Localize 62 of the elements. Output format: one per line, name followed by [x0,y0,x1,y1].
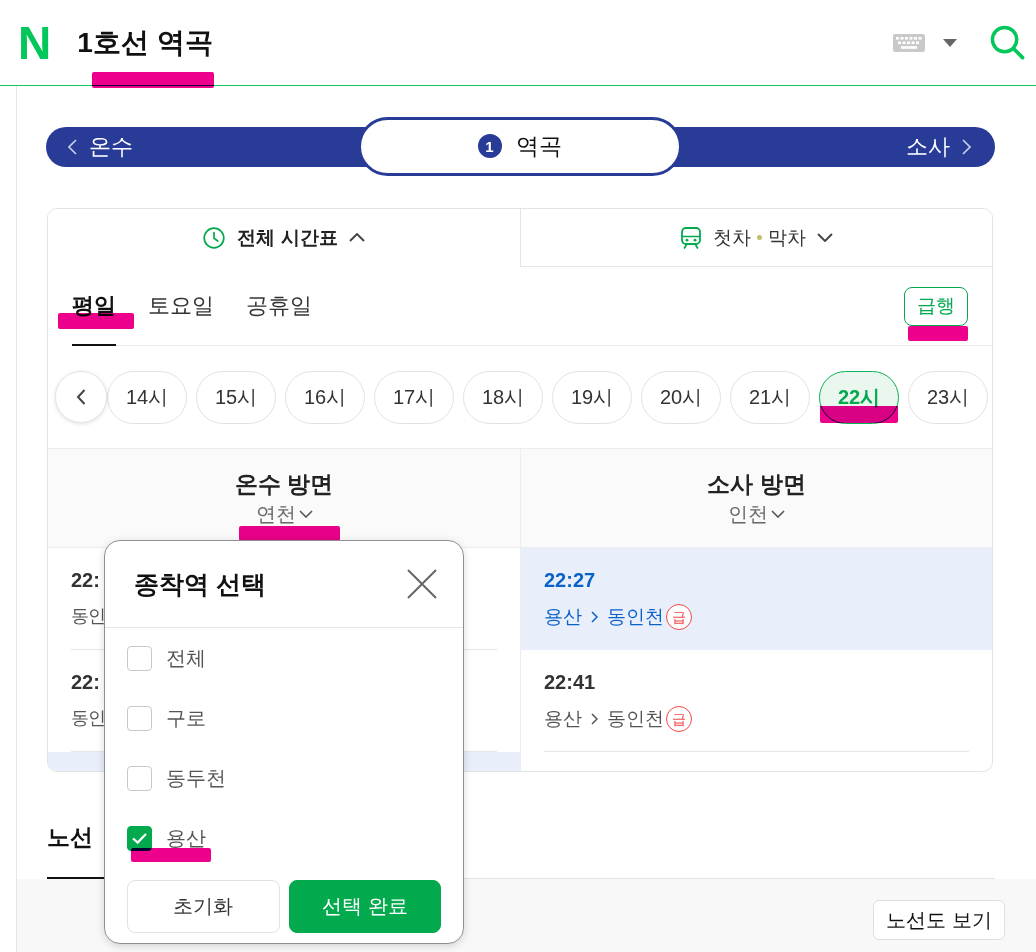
previous-hours-button[interactable] [55,371,107,423]
previous-station-link[interactable]: 온수 [68,131,133,162]
departure-time: 22:27 [544,568,596,592]
departure-time: 22: [71,568,100,592]
destination-dropdown[interactable]: 연천 [255,502,313,526]
checkbox[interactable] [127,705,152,731]
hour-chip[interactable]: 21시 [730,370,810,424]
option-label: 전체 [166,645,206,671]
chevron-right-icon [962,138,971,155]
day-tab[interactable]: 공휴일 [246,267,312,346]
caret-down-icon[interactable] [943,38,957,47]
route-text: 동인 [71,707,105,730]
hour-chip[interactable]: 15시 [196,370,276,424]
departure-time: 22:41 [544,670,596,694]
popup-title: 종착역 선택 [134,568,266,600]
close-icon[interactable] [407,569,437,599]
checkbox[interactable] [127,645,152,671]
hour-chip[interactable]: 14시 [107,370,187,424]
origin-station: 용산 [544,605,582,629]
route-map-button[interactable]: 노선도 보기 [873,900,1005,940]
route-text: 동인 [71,605,105,628]
express-badge: 급 [666,604,692,630]
destination-dropdown[interactable]: 인천 [728,502,785,526]
checkbox[interactable] [127,765,152,791]
separator-dot-icon [756,235,762,240]
chevron-left-icon [76,389,86,405]
search-icon[interactable] [990,25,1025,60]
timetable-row[interactable]: 22:27 용산 동인천 급 [521,548,992,650]
chevron-down-icon [771,510,785,518]
checkbox[interactable] [127,825,152,851]
day-tab[interactable]: 토요일 [148,267,214,346]
keyboard-icon[interactable] [893,33,925,52]
hour-chip[interactable]: 20시 [641,370,721,424]
chevron-left-icon [68,138,77,155]
direction-name: 온수 방면 [234,470,334,498]
next-station-link[interactable]: 소사 [906,131,971,162]
hour-chip[interactable]: 17시 [374,370,454,424]
chevron-right-icon [591,713,598,725]
terminus-station: 동인천 [607,605,664,629]
page-title: 1호선 역곡 [77,26,213,59]
hour-chip[interactable]: 23시 [908,370,988,424]
view-tab[interactable]: 첫차 막차 [520,209,992,267]
departure-time: 22: [71,670,100,694]
clock-icon [203,226,226,249]
option-label: 용산 [166,825,206,851]
hour-chip[interactable]: 16시 [285,370,365,424]
chevron-right-icon [591,611,598,623]
line-number-badge: 1 [477,134,502,158]
reset-button[interactable]: 초기화 [127,880,280,933]
timetable-row[interactable]: 22:41 용산 동인천 급 [521,650,992,752]
option-label: 동두천 [166,765,226,791]
hour-chip[interactable]: 19시 [552,370,632,424]
direction-name: 소사 방면 [707,470,806,498]
current-station-name: 역곡 [515,131,562,161]
chevron-down-icon [298,510,313,518]
train-icon [680,226,701,249]
check-icon [132,832,147,844]
terminus-station: 동인천 [607,707,664,731]
option-label: 구로 [166,705,206,731]
hour-chip[interactable]: 18시 [463,370,543,424]
origin-station: 용산 [544,707,582,731]
express-badge: 급 [666,706,692,732]
